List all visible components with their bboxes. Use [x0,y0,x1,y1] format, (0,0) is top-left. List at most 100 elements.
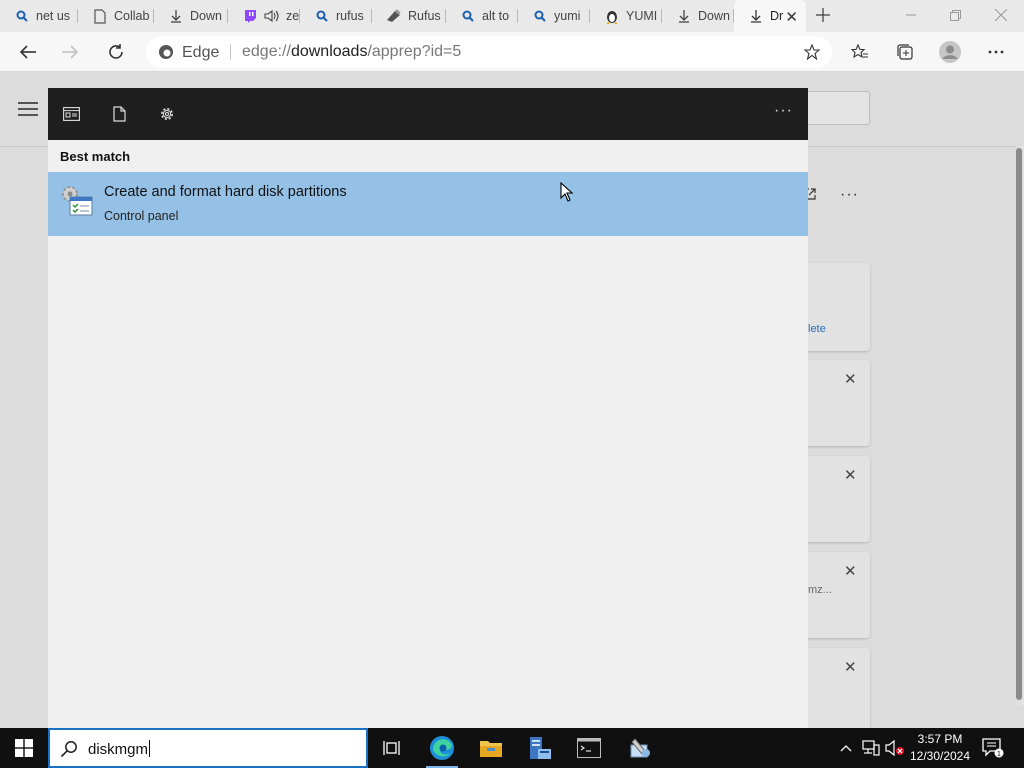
remove-download-icon[interactable]: ✕ [844,562,857,580]
yumi-icon [604,8,620,24]
card-delete-link[interactable]: lete [808,323,826,335]
favorite-star-icon[interactable] [804,44,820,60]
svg-text:1: 1 [997,751,1001,758]
minimize-button[interactable] [896,4,926,26]
search-icon [60,741,77,758]
action-center-icon[interactable]: 1 [982,738,1004,758]
clock-date: 12/30/2024 [909,749,971,763]
edge-logo-icon [159,45,173,59]
tab-title: ze [286,9,300,23]
tab-twitch[interactable]: ze [228,0,300,32]
download-card[interactable]: ✕ mz... [800,552,870,638]
download-icon [168,8,184,24]
downloads-more-icon[interactable]: ··· [840,186,859,204]
network-icon[interactable] [860,740,882,756]
edge-label: Edge [182,44,220,61]
card-filename: mz... [808,584,832,596]
restore-button[interactable] [940,4,970,26]
tab-title: Down [190,9,222,23]
remove-download-icon[interactable]: ✕ [844,466,857,484]
tab-strip: net us Collab Down ze rufus Rufus alt to… [0,0,1024,32]
taskbar: diskmgm 3:57 PM 12/30/2024 1 [0,728,1024,768]
forward-button[interactable] [58,40,82,64]
remove-download-icon[interactable]: ✕ [844,658,857,676]
browser-toolbar: Edge edge://downloads/apprep?id=5 [0,32,1024,72]
search-icon [14,8,30,24]
refresh-button[interactable] [104,40,128,64]
rufus-icon [386,8,402,24]
tab-downloads-active[interactable]: Dr ✕ [734,0,806,32]
result-title: Create and format hard disk partitions [104,184,347,200]
start-button[interactable] [0,728,48,768]
search-icon [532,8,548,24]
tab-yumi[interactable]: YUMI [590,0,662,32]
tools-icon[interactable] [616,728,664,768]
page-scrollbar-thumb[interactable] [1016,148,1022,700]
volume-muted-icon[interactable] [884,740,906,756]
url-prefix: edge:// [242,43,291,60]
back-button[interactable] [16,40,40,64]
close-tab-icon[interactable]: ✕ [785,8,798,26]
tab-yumi-search[interactable]: yumi [518,0,590,32]
text-caret [149,740,151,757]
close-window-button[interactable] [986,4,1016,26]
mouse-cursor-icon [560,182,574,202]
tab-downloads-2[interactable]: Down [662,0,734,32]
tab-title: net us [36,9,71,23]
taskbar-search-box[interactable]: diskmgm [48,728,368,768]
disk-management-icon [62,186,93,216]
file-explorer-icon[interactable] [467,728,515,768]
tab-downloads-1[interactable]: Down [154,0,228,32]
download-icon [748,8,764,24]
best-match-result[interactable]: Create and format hard disk partitions C… [48,172,808,236]
new-tab-button[interactable] [812,4,834,26]
speaker-icon[interactable] [264,8,280,24]
download-card[interactable]: ✕ [800,648,870,734]
tab-rufus-search[interactable]: rufus [300,0,372,32]
tab-title: Down [698,9,730,23]
tab-alt-to[interactable]: alt to [446,0,518,32]
windows-search-panel: ··· Best match Create and format hard di… [48,88,808,728]
download-card[interactable]: lete [800,263,870,351]
panel-more-options-icon[interactable]: ··· [774,102,793,120]
clock-time: 3:57 PM [917,732,963,746]
tab-collab[interactable]: Collab [78,0,154,32]
url-path: /apprep?id=5 [367,43,462,60]
server-manager-icon[interactable] [516,728,564,768]
tab-title: yumi [554,9,581,23]
url-text[interactable]: edge://downloads/apprep?id=5 [242,43,461,61]
favorites-icon[interactable] [848,40,872,64]
search-panel-header: ··· [48,88,808,140]
tab-title: alt to [482,9,510,23]
tab-net-us[interactable]: net us [0,0,78,32]
url-host: downloads [290,43,368,60]
documents-filter-icon[interactable] [110,105,128,123]
remove-download-icon[interactable]: ✕ [844,370,857,388]
windows-logo-icon [15,739,33,757]
tab-title: YUMI [626,9,658,23]
download-icon [676,8,692,24]
search-query-text[interactable]: diskmgm [88,740,151,758]
edge-icon[interactable] [418,728,466,768]
show-hidden-icons[interactable] [838,740,854,756]
apps-filter-icon[interactable] [62,105,80,123]
menu-icon[interactable] [18,102,38,118]
best-match-heading: Best match [60,149,131,164]
search-icon [314,8,330,24]
task-view-icon[interactable] [368,728,416,768]
taskbar-clock[interactable]: 3:57 PM 12/30/2024 [904,731,976,765]
downloads-search-input[interactable] [800,91,870,125]
settings-more-icon[interactable] [984,40,1008,64]
page-icon [92,8,108,24]
download-card[interactable]: ✕ [800,456,870,542]
settings-gear-icon[interactable] [158,105,176,123]
search-query-value: diskmgm [88,741,149,758]
collections-icon[interactable] [893,40,917,64]
tab-rufus[interactable]: Rufus [372,0,446,32]
search-icon [460,8,476,24]
profile-avatar[interactable] [938,40,962,64]
address-bar[interactable]: Edge edge://downloads/apprep?id=5 [146,36,832,68]
command-prompt-icon[interactable] [565,728,613,768]
download-card[interactable]: ✕ [800,360,870,446]
twitch-icon [242,8,258,24]
